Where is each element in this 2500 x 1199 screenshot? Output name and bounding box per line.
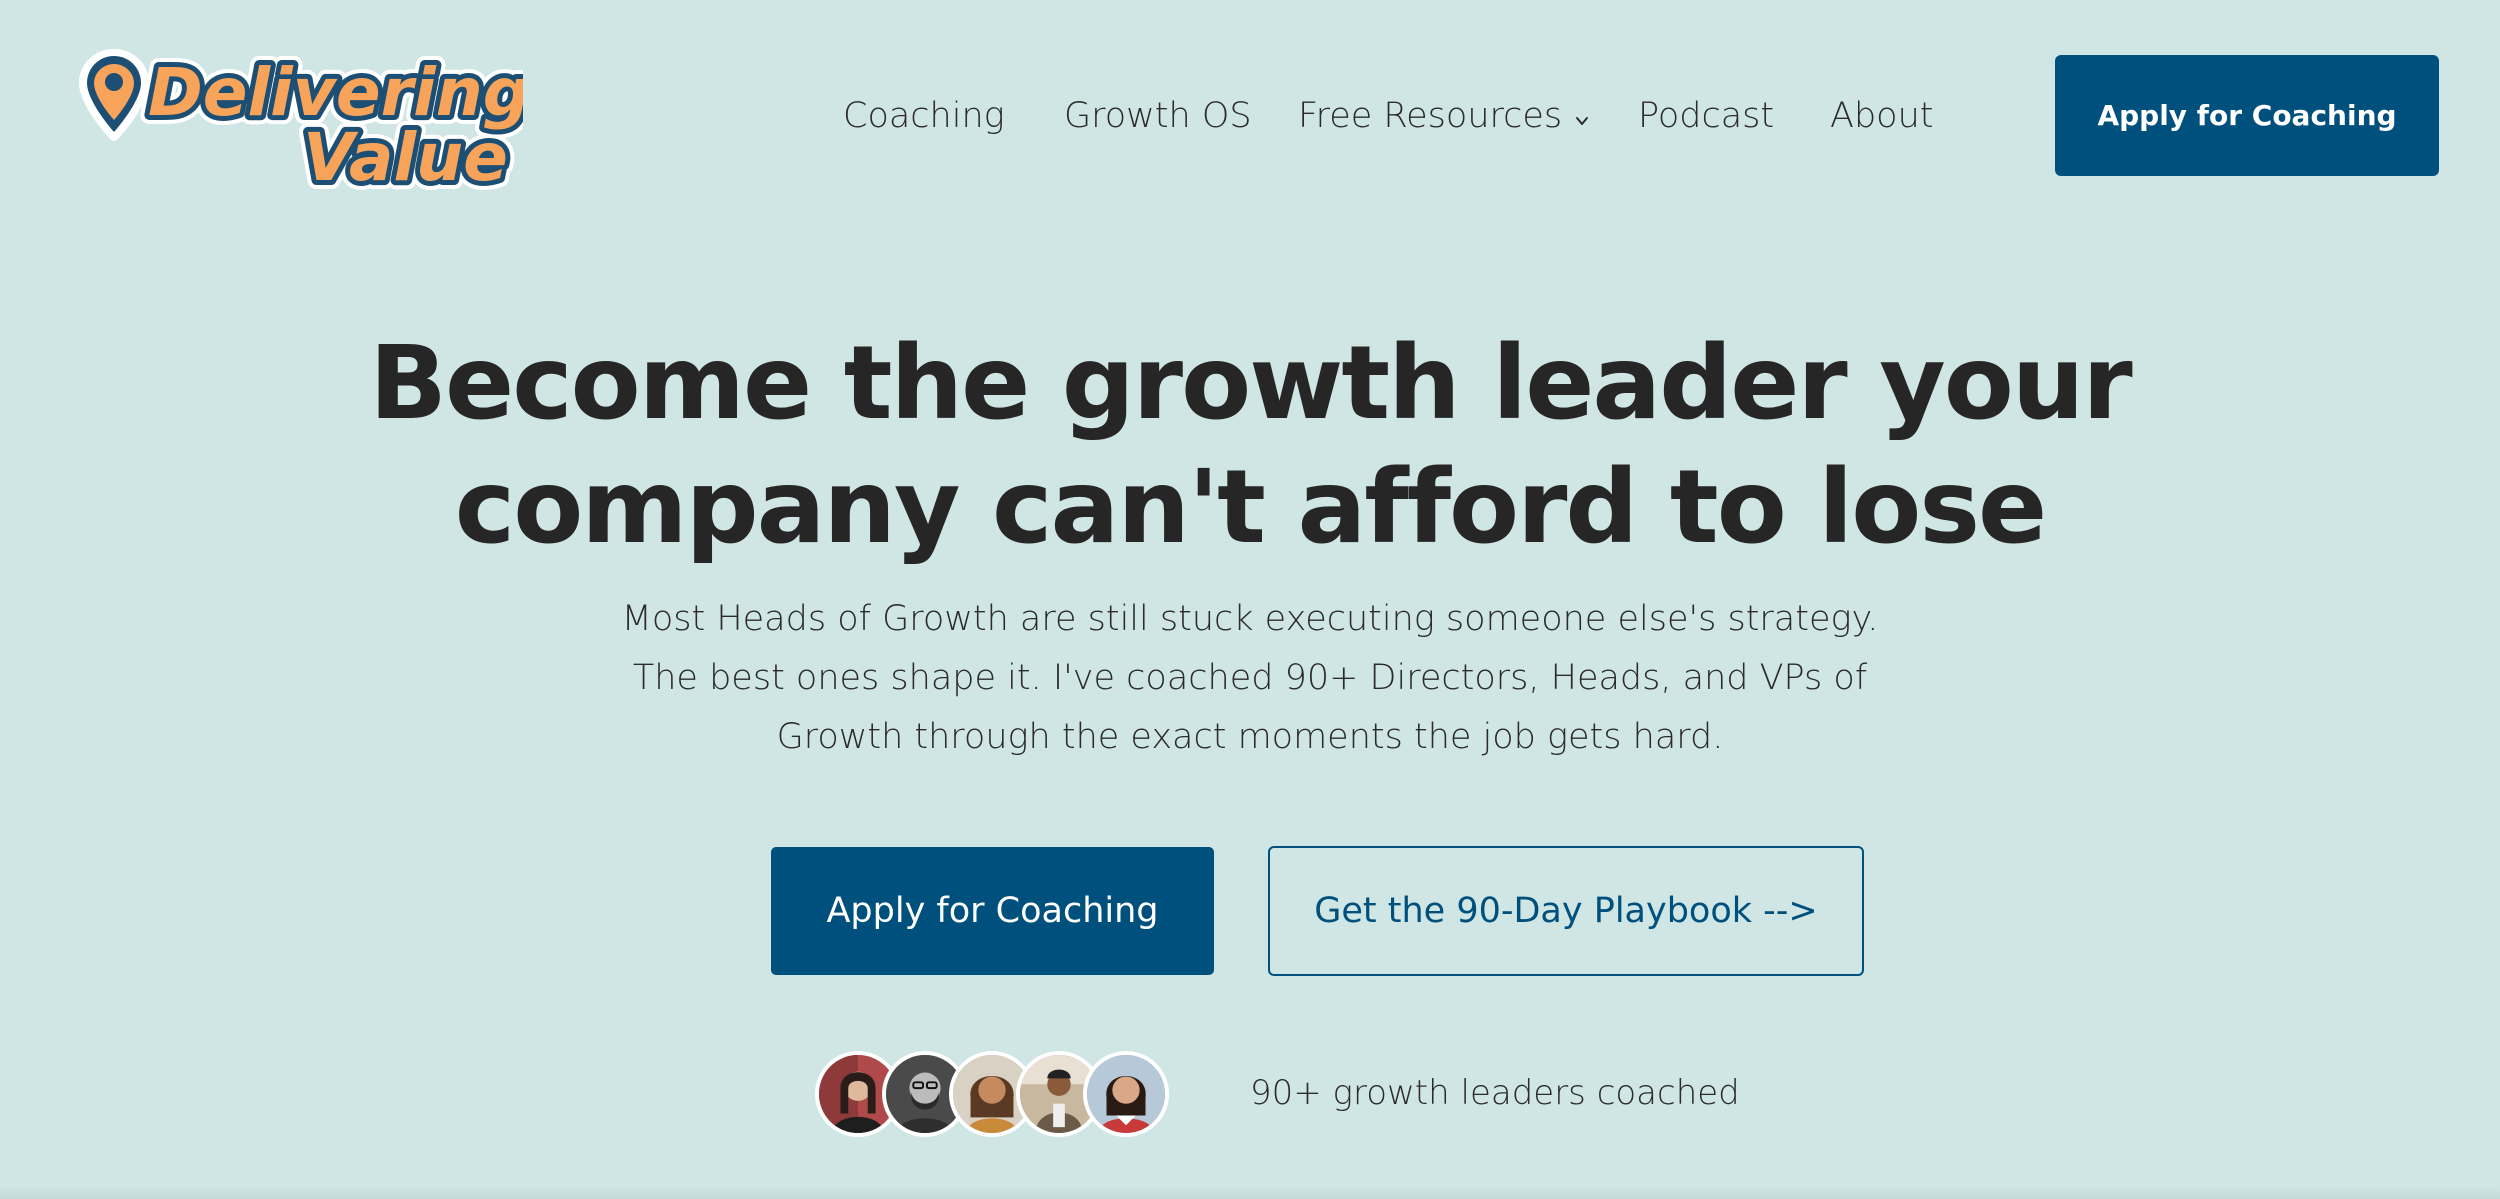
hero-subtitle-line-2: The best ones shape it. I've coached 90+… xyxy=(632,658,1868,698)
hero-subtitle-line-3: Growth through the exact moments the job… xyxy=(776,717,1724,757)
page: Delivering Value Delivering Value Delive… xyxy=(0,0,2500,1199)
hero-title-line-1: Become the growth leader your xyxy=(369,324,2132,443)
apply-coaching-button[interactable]: Apply for Coaching xyxy=(771,847,1214,975)
chevron-down-icon xyxy=(1574,90,1590,125)
nav-item-free-resources-label: Free Resources xyxy=(1298,96,1563,136)
avatar xyxy=(1083,1051,1169,1137)
nav-item-growth-os[interactable]: Growth OS xyxy=(1064,88,1252,144)
hero-title: Become the growth leader your company ca… xyxy=(250,322,2250,570)
hero-title-line-2: company can't afford to lose xyxy=(454,448,2047,567)
hero-subtitle-line-1: Most Heads of Growth are still stuck exe… xyxy=(621,599,1879,639)
nav-item-podcast[interactable]: Podcast xyxy=(1638,88,1774,144)
header-apply-button[interactable]: Apply for Coaching xyxy=(2055,55,2439,176)
playbook-button[interactable]: Get the 90-Day Playbook --> xyxy=(1268,846,1864,976)
section-divider xyxy=(0,1185,2500,1199)
nav-item-about[interactable]: About xyxy=(1830,88,1933,144)
nav-item-coaching[interactable]: Coaching xyxy=(843,88,1005,144)
avatar-stack xyxy=(815,1051,1175,1137)
social-proof-text: 90+ growth leaders coached xyxy=(1250,1073,1740,1113)
nav-item-free-resources[interactable]: Free Resources xyxy=(1298,88,1590,144)
hero-subtitle: Most Heads of Growth are still stuck exe… xyxy=(600,590,1900,767)
